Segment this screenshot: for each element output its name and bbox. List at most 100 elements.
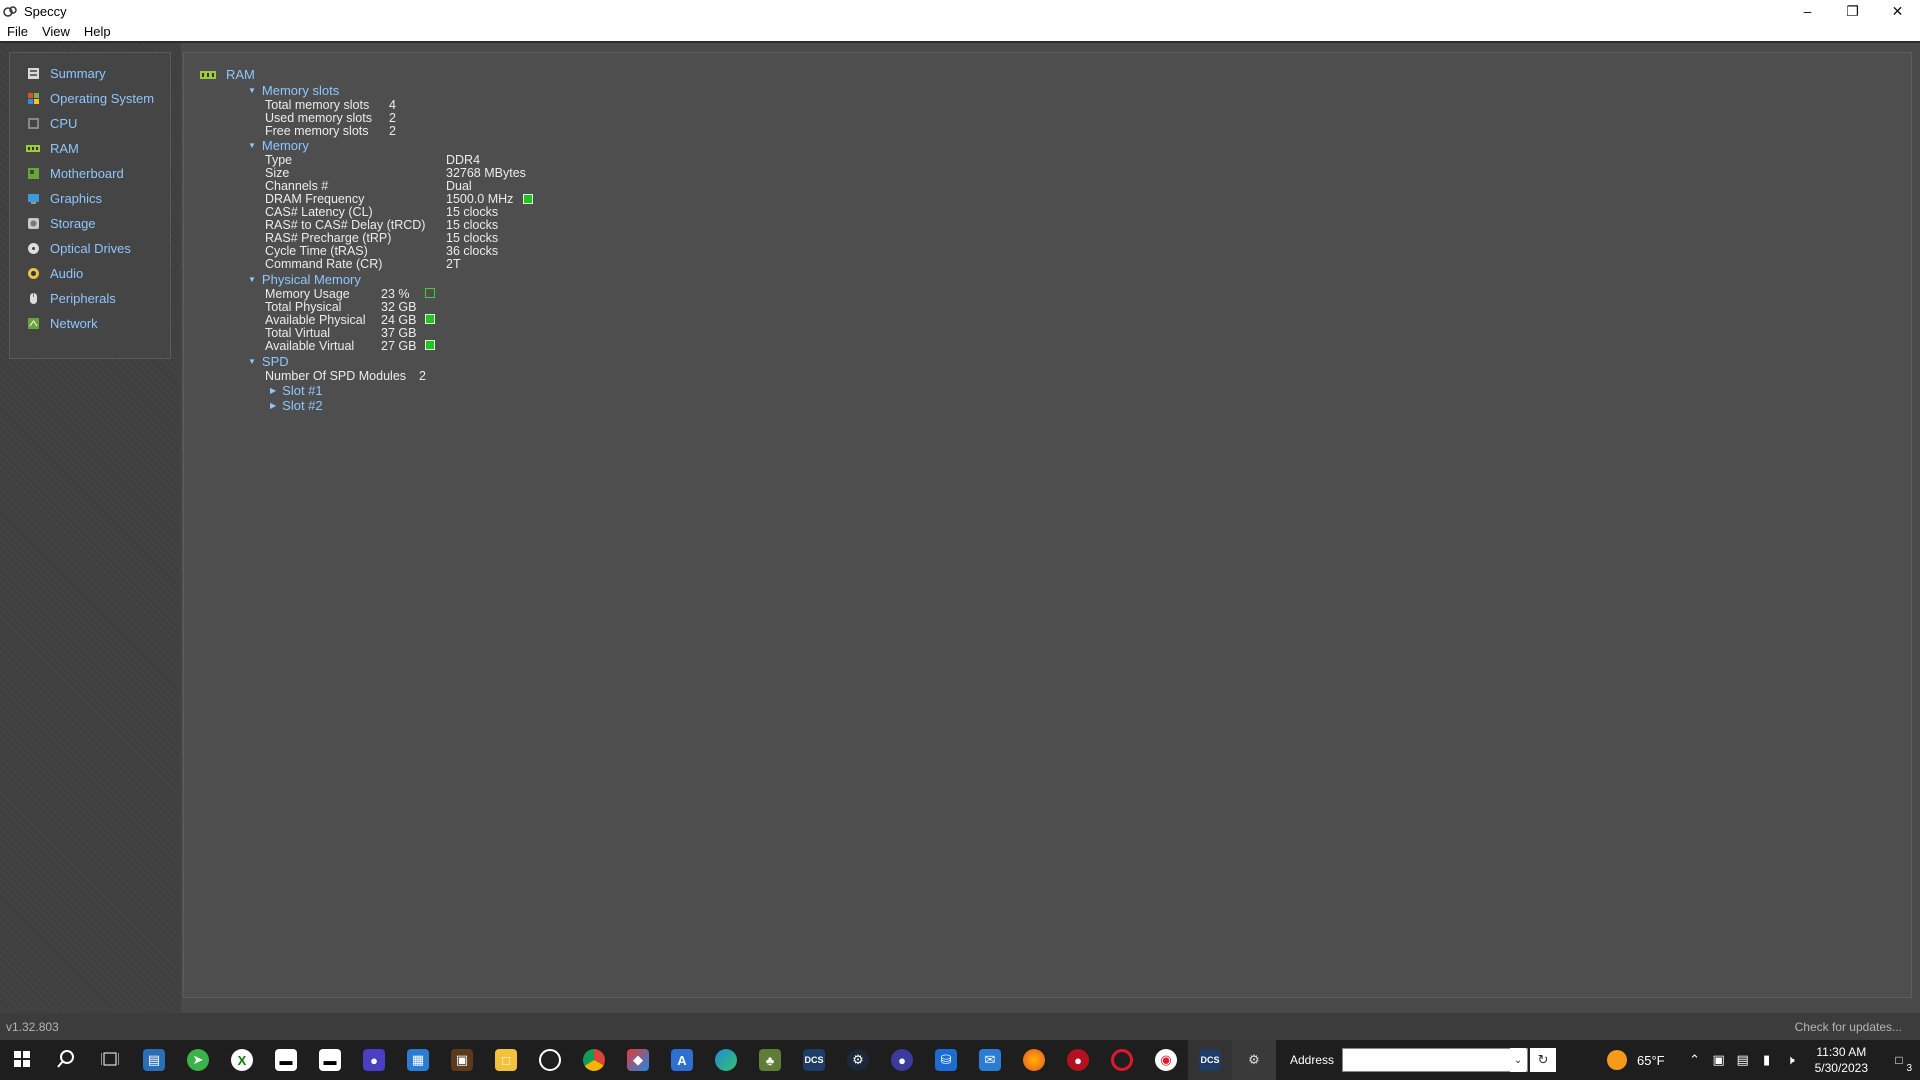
sidebar-item-peripherals[interactable]: Peripherals (10, 286, 170, 311)
notification-count: 3 (1906, 1063, 1912, 1074)
files-icon: ▤ (143, 1049, 165, 1071)
taskbar-app[interactable]: ♣ (748, 1040, 792, 1080)
section-title: RAM (226, 67, 255, 82)
sidebar-item-network[interactable]: Network (10, 311, 170, 336)
taskbar-app[interactable]: ▦ (396, 1040, 440, 1080)
taskbar-app[interactable]: ▬ (308, 1040, 352, 1080)
row-value: 27 GB (381, 339, 417, 353)
address-toolbar: Address ⌄ ↻ (1290, 1047, 1557, 1073)
chevron-down-icon: ▼ (248, 275, 256, 284)
taskbar-app[interactable]: ▤ (132, 1040, 176, 1080)
taskbar-app[interactable]: ● (880, 1040, 924, 1080)
row-value: 32768 MBytes (446, 166, 526, 180)
spd-toggle[interactable]: ▼ SPD (248, 354, 289, 369)
restore-button[interactable]: ❐ (1830, 0, 1875, 22)
memory-slots-toggle[interactable]: ▼ Memory slots (248, 83, 339, 98)
row-value: 37 GB (381, 326, 417, 340)
taskbar-app-active[interactable]: ⚙ (1232, 1040, 1276, 1080)
list-item: RAS# Precharge (tRP) (265, 231, 392, 245)
taskbar-app[interactable] (1012, 1040, 1056, 1080)
sidebar-item-motherboard[interactable]: Motherboard (10, 161, 170, 186)
taskbar-app[interactable] (528, 1040, 572, 1080)
taskbar-app[interactable]: DCS (1188, 1040, 1232, 1080)
battery-icon[interactable]: ▮ (1755, 1052, 1779, 1068)
sidebar-item-label: RAM (50, 141, 79, 156)
steam-icon: ⚙ (847, 1049, 869, 1071)
sidebar-item-ram[interactable]: RAM (10, 136, 170, 161)
close-button[interactable]: ✕ (1875, 0, 1920, 22)
app-icon: ◆ (627, 1049, 649, 1071)
mouse-icon (26, 292, 40, 306)
sidebar-item-optical-drives[interactable]: Optical Drives (10, 236, 170, 261)
sidebar-item-operating-system[interactable]: Operating System (10, 86, 170, 111)
taskbar-app[interactable]: ◆ (616, 1040, 660, 1080)
taskbar-app[interactable]: DCS (792, 1040, 836, 1080)
row-value: 2 (389, 124, 396, 138)
sidebar-item-cpu[interactable]: CPU (10, 111, 170, 136)
summary-icon (26, 67, 40, 81)
app-tray-icon[interactable]: ▣ (1707, 1052, 1731, 1068)
physical-memory-toggle[interactable]: ▼ Physical Memory (248, 272, 361, 287)
row-value: 2T (446, 257, 461, 271)
row-value: 32 GB (381, 300, 417, 314)
menu-view[interactable]: View (35, 24, 77, 39)
taskbar-app[interactable]: ● (352, 1040, 396, 1080)
taskbar-app[interactable]: ⚙ (836, 1040, 880, 1080)
row-value: 15 clocks (446, 205, 499, 219)
taskbar-app[interactable] (1100, 1040, 1144, 1080)
menu-file[interactable]: File (0, 24, 35, 39)
sidebar-item-label: Peripherals (50, 291, 116, 306)
address-input[interactable] (1342, 1048, 1529, 1072)
system-tray: 65°F ⌃ ▣ ▤ ▮ 🕨 11:30 AM 5/30/2023 □ 3 (1607, 1040, 1920, 1080)
clock[interactable]: 11:30 AM 5/30/2023 (1815, 1044, 1868, 1076)
taskbar-app[interactable]: ➤ (176, 1040, 220, 1080)
volume-icon[interactable]: 🕨 (1779, 1052, 1803, 1068)
sun-icon (1607, 1050, 1627, 1070)
taskbar-app[interactable]: ◉ (1144, 1040, 1188, 1080)
taskbar-app[interactable]: ▣ (440, 1040, 484, 1080)
taskbar-app[interactable]: X (220, 1040, 264, 1080)
edge-icon (715, 1049, 737, 1071)
taskbar-app[interactable]: ⛁ (924, 1040, 968, 1080)
sidebar-item-label: Optical Drives (50, 241, 131, 256)
list-item: CAS# Latency (CL) (265, 205, 373, 219)
search-button[interactable] (44, 1040, 88, 1080)
minimize-button[interactable]: – (1785, 0, 1830, 22)
chevron-up-icon[interactable]: ⌃ (1683, 1052, 1707, 1068)
motherboard-icon (26, 167, 40, 181)
taskbar-app[interactable] (704, 1040, 748, 1080)
start-button[interactable] (0, 1040, 44, 1080)
app-window2-icon: ▬ (319, 1049, 341, 1071)
network-icon (26, 317, 40, 331)
taskbar-app[interactable]: ● (1056, 1040, 1100, 1080)
notification-button[interactable]: □ 3 (1884, 1040, 1914, 1080)
sidebar-item-graphics[interactable]: Graphics (10, 186, 170, 211)
check-updates-link[interactable]: Check for updates... (1795, 1020, 1902, 1034)
list-item: RAS# to CAS# Delay (tRCD) (265, 218, 426, 232)
spd-slot-2[interactable]: ▶ Slot #2 (270, 398, 323, 413)
sidebar-item-storage[interactable]: Storage (10, 211, 170, 236)
physical-memory-title: Physical Memory (261, 272, 361, 287)
app-icon: ◉ (1155, 1049, 1177, 1071)
taskbar-app[interactable]: ▬ (264, 1040, 308, 1080)
network-icon[interactable]: ▤ (1731, 1052, 1755, 1068)
menu-help[interactable]: Help (77, 24, 118, 39)
disc-icon (26, 242, 40, 256)
chevron-down-icon[interactable]: ⌄ (1510, 1048, 1527, 1072)
weather-widget[interactable]: 65°F (1607, 1050, 1665, 1070)
taskbar-app[interactable]: ✉ (968, 1040, 1012, 1080)
taskbar-app[interactable] (572, 1040, 616, 1080)
taskbar-app[interactable]: □ (484, 1040, 528, 1080)
taskbar-app[interactable]: A (660, 1040, 704, 1080)
spd-slot-1[interactable]: ▶ Slot #1 (270, 383, 323, 398)
refresh-icon[interactable]: ↻ (1530, 1048, 1557, 1072)
sidebar-item-summary[interactable]: Summary (10, 61, 170, 86)
list-item: Cycle Time (tRAS) (265, 244, 368, 258)
row-key: Free memory slots (265, 124, 369, 138)
text-editor-icon: A (671, 1049, 693, 1071)
task-view-button[interactable] (88, 1040, 132, 1080)
firefox-icon (1023, 1049, 1045, 1071)
memory-toggle[interactable]: ▼ Memory (248, 138, 309, 153)
sidebar-item-audio[interactable]: Audio (10, 261, 170, 286)
storage-icon (26, 217, 40, 231)
